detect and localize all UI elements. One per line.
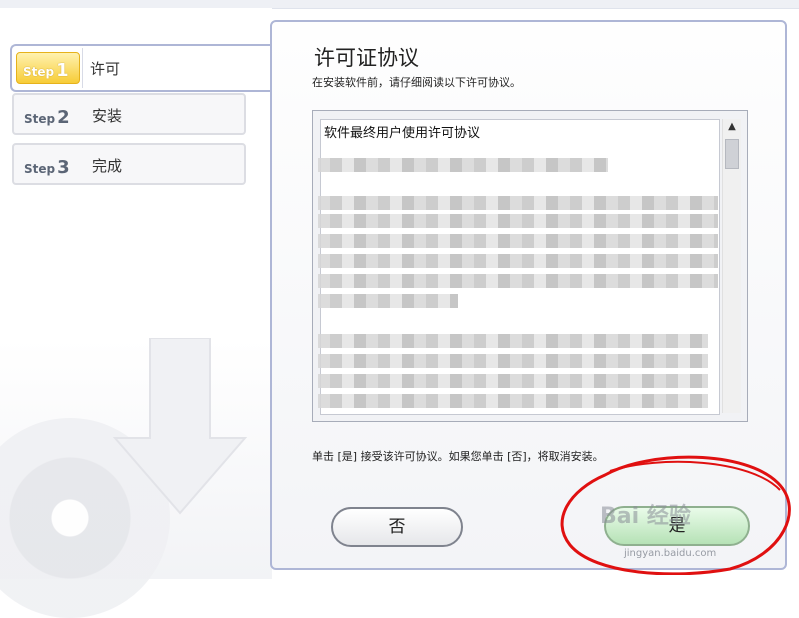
blurred-text xyxy=(318,374,708,388)
blurred-text xyxy=(318,158,608,172)
download-arrow-icon xyxy=(112,338,248,515)
blurred-text xyxy=(318,274,718,288)
blurred-text xyxy=(318,334,708,348)
blurred-text xyxy=(318,294,458,308)
blurred-text xyxy=(318,394,708,408)
step-2-install: Step 2 安装 xyxy=(12,93,246,135)
step-3-finish: Step 3 完成 xyxy=(12,143,246,185)
panel-title: 许可证协议 xyxy=(314,46,419,70)
step-1-badge: Step 1 xyxy=(16,52,80,84)
blurred-text xyxy=(318,196,718,210)
blurred-text xyxy=(318,234,718,248)
step-2-badge: Step 2 xyxy=(24,107,70,128)
scroll-up-icon[interactable]: ▲ xyxy=(723,121,741,132)
step-2-label: 安装 xyxy=(92,107,123,125)
red-annotation-circle xyxy=(560,455,791,575)
step-3-badge: Step 3 xyxy=(24,157,70,178)
step-1-license: Step 1 许可 xyxy=(10,44,280,92)
step-1-label: 许可 xyxy=(90,60,121,78)
license-scrollbar[interactable]: ▲ xyxy=(722,119,741,413)
no-button[interactable]: 否 xyxy=(331,507,463,547)
panel-subtitle: 在安装软件前，请仔细阅读以下许可协议。 xyxy=(312,76,521,89)
blurred-text xyxy=(318,214,718,228)
blurred-text xyxy=(318,254,718,268)
blurred-text xyxy=(318,354,708,368)
license-first-line: 软件最终用户使用许可协议 xyxy=(324,126,481,141)
step-3-label: 完成 xyxy=(92,157,123,175)
scroll-thumb[interactable] xyxy=(725,139,739,169)
